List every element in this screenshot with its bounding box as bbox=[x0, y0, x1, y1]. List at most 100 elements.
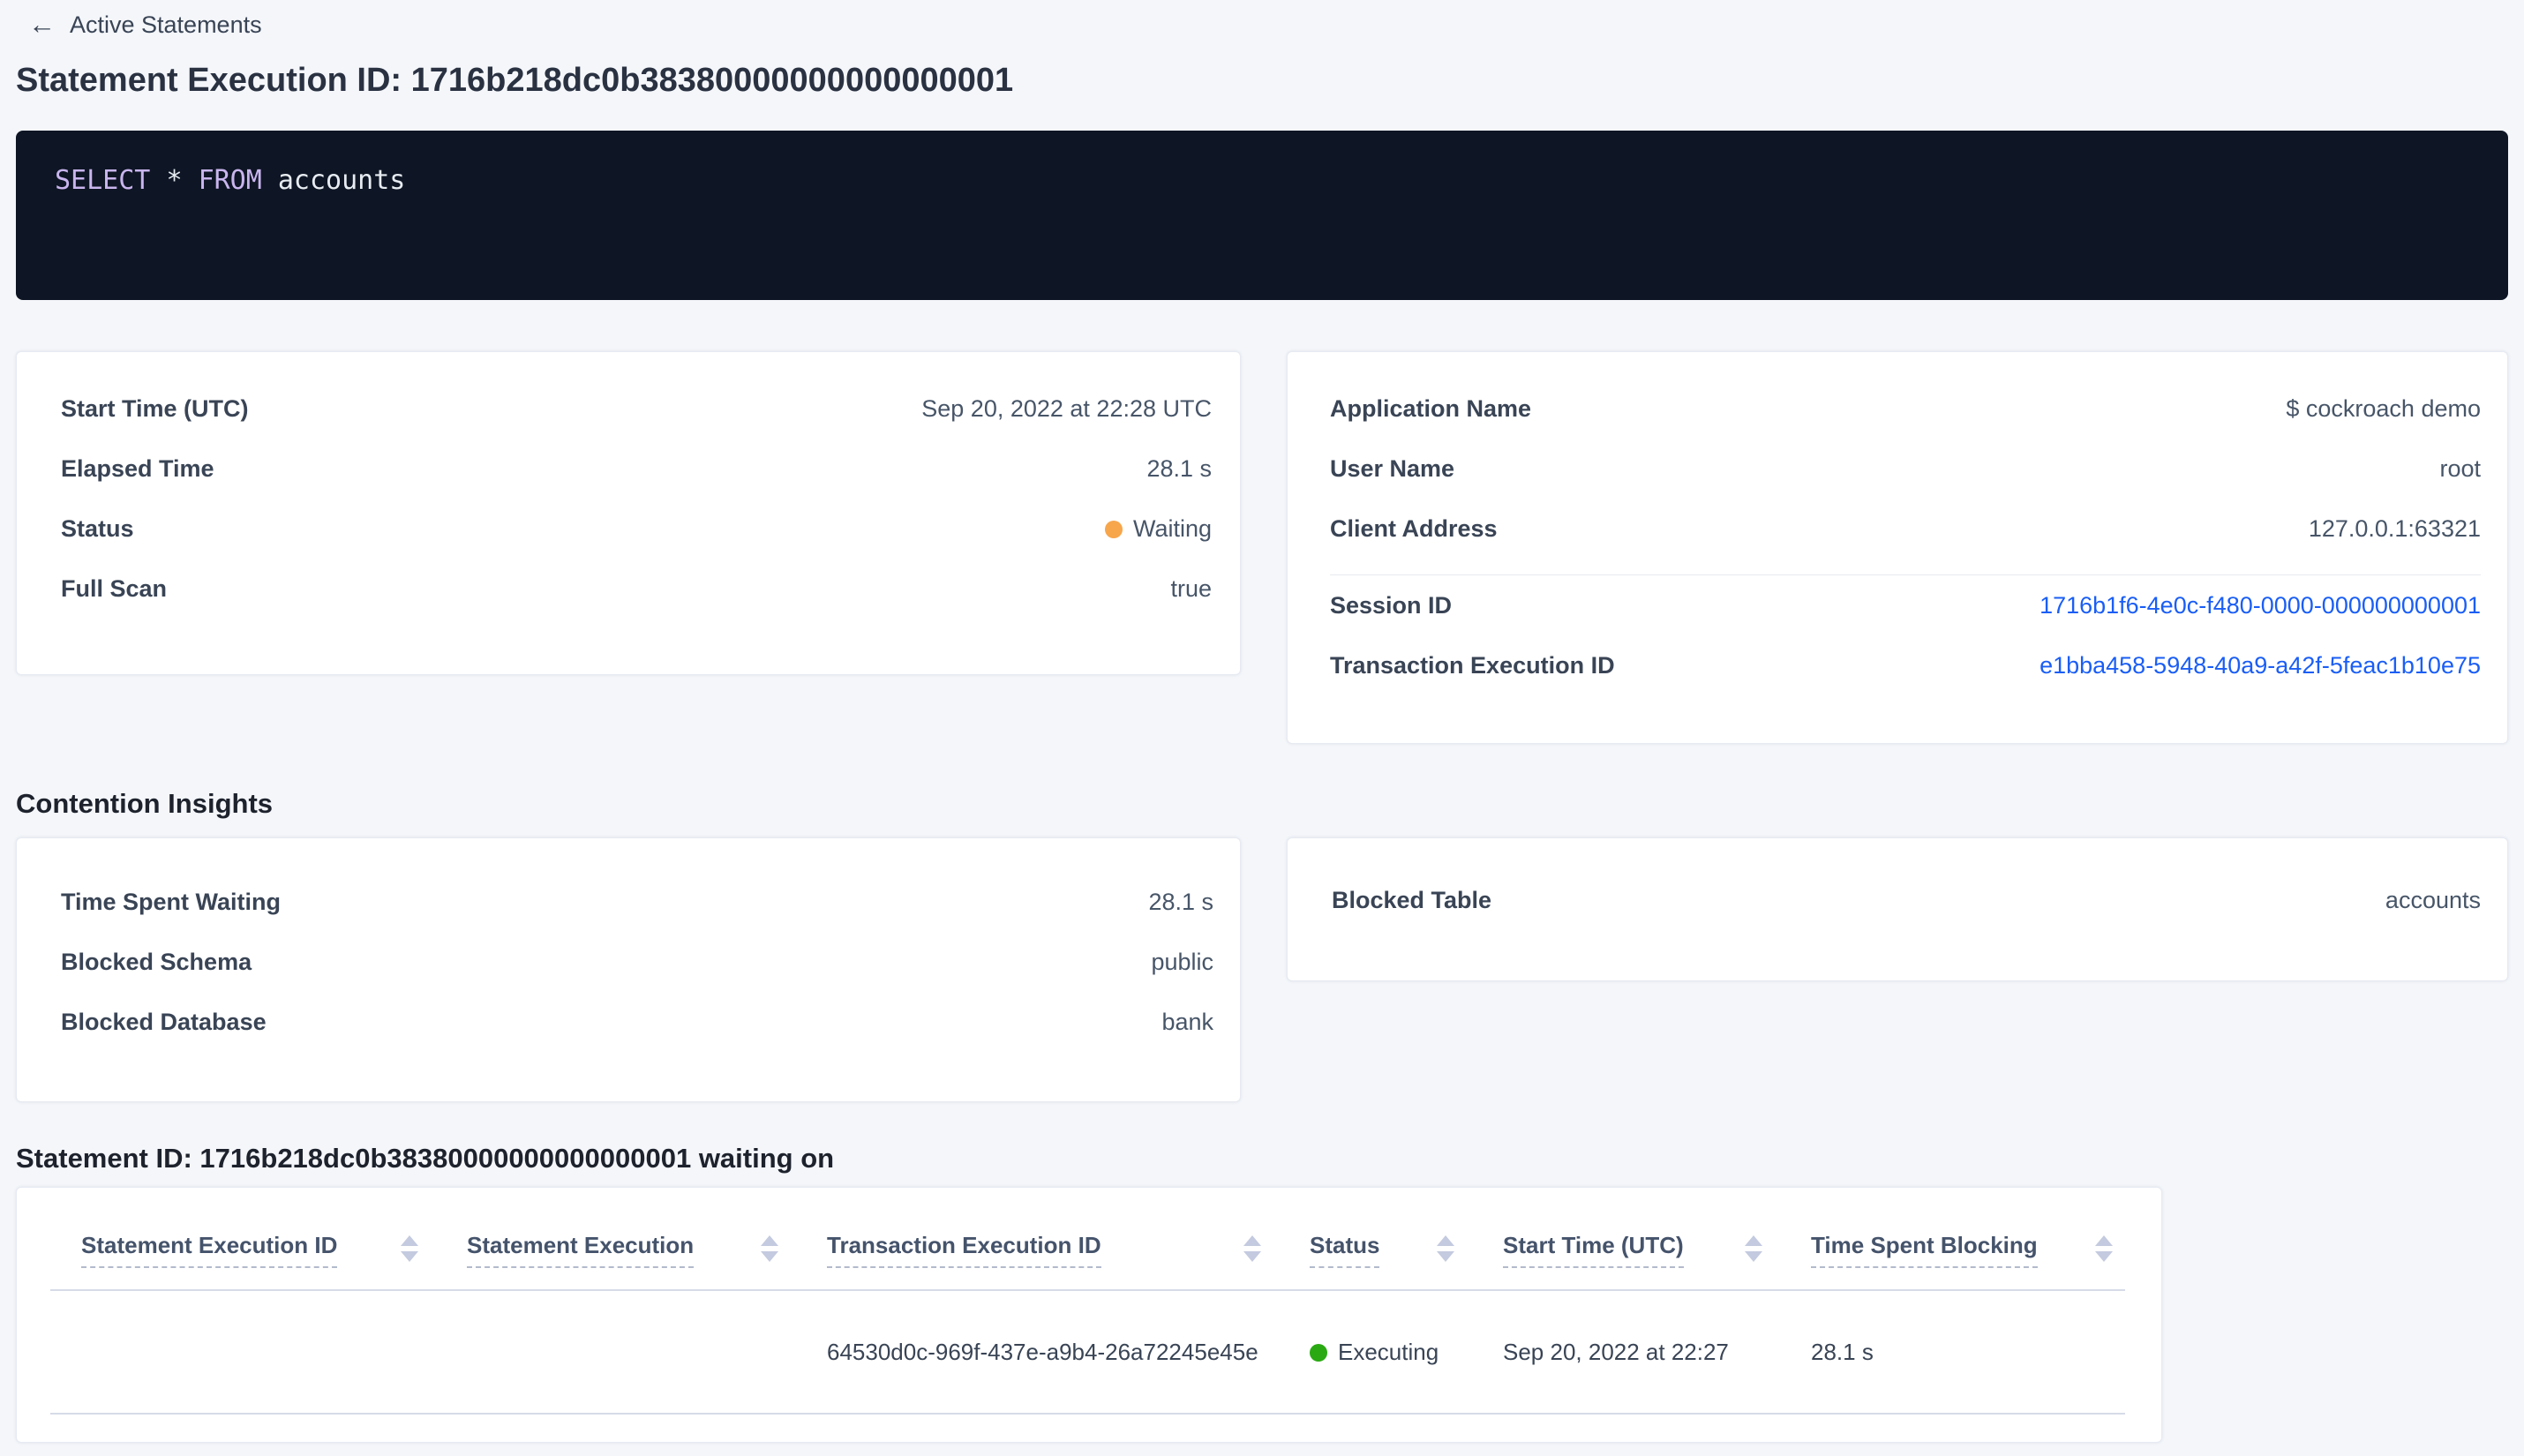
sort-asc-icon bbox=[1437, 1235, 1454, 1246]
sort-asc-icon bbox=[2095, 1235, 2113, 1246]
column-label: Time Spent Blocking bbox=[1811, 1232, 2038, 1268]
sort-desc-icon bbox=[1437, 1251, 1454, 1262]
column-header-status[interactable]: Status bbox=[1310, 1232, 1503, 1268]
waiting-status-dot-icon bbox=[1104, 520, 1123, 538]
session-details-card: Application Name $ cockroach demo User N… bbox=[1287, 351, 2508, 744]
column-header-time-spent-blocking[interactable]: Time Spent Blocking bbox=[1811, 1232, 2125, 1268]
table-row: 64530d0c-969f-437e-a9b4-26a72245e45e Exe… bbox=[50, 1291, 2125, 1413]
blocked-schema-label: Blocked Schema bbox=[61, 948, 252, 975]
session-id-link[interactable]: 1716b1f6-4e0c-f480-0000-000000000001 bbox=[2039, 592, 2481, 619]
page-title: Statement Execution ID: 1716b218dc0b3838… bbox=[16, 62, 1014, 99]
executing-status-dot-icon bbox=[1310, 1343, 1327, 1362]
blocked-table-card: Blocked Table accounts bbox=[1287, 837, 2508, 981]
transaction-execution-id-row: Transaction Execution ID e1bba458-5948-4… bbox=[1330, 635, 2481, 695]
column-label: Start Time (UTC) bbox=[1503, 1232, 1684, 1268]
full-scan-row: Full Scan true bbox=[61, 559, 1212, 619]
user-name-value: root bbox=[2439, 454, 2481, 482]
summary-cards-row: Start Time (UTC) Sep 20, 2022 at 22:28 U… bbox=[16, 351, 2508, 744]
application-name-label: Application Name bbox=[1330, 394, 1532, 422]
client-address-value: 127.0.0.1:63321 bbox=[2308, 514, 2481, 542]
sql-space3 bbox=[262, 165, 278, 196]
elapsed-time-row: Elapsed Time 28.1 s bbox=[61, 439, 1212, 499]
blocked-table-value: accounts bbox=[2385, 886, 2481, 913]
session-id-row: Session ID 1716b1f6-4e0c-f480-0000-00000… bbox=[1330, 575, 2481, 635]
waiting-on-heading: Statement ID: 1716b218dc0b38380000000000… bbox=[16, 1143, 835, 1174]
sql-statement-box: SELECT * FROM accounts bbox=[16, 131, 2508, 300]
application-name-value: $ cockroach demo bbox=[2286, 394, 2481, 422]
blocked-database-row: Blocked Database bank bbox=[61, 992, 1213, 1052]
sort-asc-icon bbox=[401, 1235, 418, 1246]
column-header-start-time[interactable]: Start Time (UTC) bbox=[1503, 1232, 1811, 1268]
cell-status-text: Executing bbox=[1338, 1338, 1439, 1365]
transaction-execution-id-link[interactable]: e1bba458-5948-40a9-a42f-5feac1b10e75 bbox=[2039, 652, 2481, 679]
time-spent-waiting-label: Time Spent Waiting bbox=[61, 888, 282, 915]
page: ← Active Statements Statement Execution … bbox=[0, 0, 2524, 1443]
blocked-schema-value: public bbox=[1151, 948, 1213, 975]
transaction-execution-id-label: Transaction Execution ID bbox=[1330, 651, 1615, 679]
elapsed-time-label: Elapsed Time bbox=[61, 454, 214, 482]
full-scan-value: true bbox=[1170, 574, 1212, 602]
back-arrow-icon: ← bbox=[28, 9, 56, 40]
sql-keyword-select: SELECT bbox=[55, 165, 151, 196]
application-name-row: Application Name $ cockroach demo bbox=[1330, 379, 2481, 439]
sort-asc-icon bbox=[1745, 1235, 1762, 1246]
time-spent-waiting-value: 28.1 s bbox=[1148, 888, 1213, 915]
sort-desc-icon bbox=[1243, 1251, 1261, 1262]
sort-desc-icon bbox=[2095, 1251, 2113, 1262]
cell-status: Executing bbox=[1310, 1339, 1503, 1366]
user-name-row: User Name root bbox=[1330, 439, 2481, 499]
waiting-on-table-card: Statement Execution ID Statement Executi… bbox=[16, 1187, 2162, 1443]
blocked-database-label: Blocked Database bbox=[61, 1008, 267, 1035]
cell-time-spent-blocking: 28.1 s bbox=[1811, 1338, 1874, 1365]
column-header-transaction-execution-id[interactable]: Transaction Execution ID bbox=[827, 1232, 1310, 1268]
column-label: Statement Execution bbox=[467, 1232, 695, 1268]
sort-arrows-icon[interactable] bbox=[1745, 1235, 1762, 1262]
execution-details-card: Start Time (UTC) Sep 20, 2022 at 22:28 U… bbox=[16, 351, 1241, 675]
blocked-schema-row: Blocked Schema public bbox=[61, 932, 1213, 992]
sort-asc-icon bbox=[1243, 1235, 1261, 1246]
column-label: Status bbox=[1310, 1232, 1380, 1268]
blocked-table-row: Blocked Table accounts bbox=[1332, 870, 2481, 930]
sort-arrows-icon[interactable] bbox=[1243, 1235, 1261, 1262]
session-id-label: Session ID bbox=[1330, 591, 1453, 619]
cell-start-time: Sep 20, 2022 at 22:27 bbox=[1503, 1338, 1729, 1365]
blocked-table-label: Blocked Table bbox=[1332, 886, 1492, 913]
start-time-label: Start Time (UTC) bbox=[61, 394, 249, 422]
full-scan-label: Full Scan bbox=[61, 574, 168, 602]
sort-desc-icon bbox=[1745, 1251, 1762, 1262]
elapsed-time-value: 28.1 s bbox=[1146, 454, 1212, 482]
sort-desc-icon bbox=[761, 1251, 778, 1262]
client-address-row: Client Address 127.0.0.1:63321 bbox=[1330, 499, 2481, 559]
sort-asc-icon bbox=[761, 1235, 778, 1246]
sql-keyword-from: FROM bbox=[198, 165, 262, 196]
back-link-label: Active Statements bbox=[70, 11, 262, 38]
sql-table-name: accounts bbox=[277, 165, 406, 196]
status-value: Waiting bbox=[1104, 514, 1212, 543]
sql-star: * bbox=[166, 165, 183, 196]
cell-transaction-execution-id: 64530d0c-969f-437e-a9b4-26a72245e45e bbox=[827, 1338, 1258, 1365]
sql-space1 bbox=[150, 165, 166, 196]
sort-arrows-icon[interactable] bbox=[761, 1235, 778, 1262]
sort-desc-icon bbox=[401, 1251, 418, 1262]
sort-arrows-icon[interactable] bbox=[401, 1235, 418, 1262]
column-label: Statement Execution ID bbox=[81, 1232, 338, 1268]
waiting-on-table: Statement Execution ID Statement Executi… bbox=[50, 1188, 2125, 1415]
sort-arrows-icon[interactable] bbox=[1437, 1235, 1454, 1262]
status-text: Waiting bbox=[1132, 514, 1212, 542]
sql-space2 bbox=[183, 165, 199, 196]
column-label: Transaction Execution ID bbox=[827, 1232, 1101, 1268]
user-name-label: User Name bbox=[1330, 454, 1455, 482]
back-link[interactable]: ← Active Statements bbox=[16, 9, 2508, 41]
column-header-statement-execution-id[interactable]: Statement Execution ID bbox=[81, 1232, 467, 1268]
contention-cards-row: Time Spent Waiting 28.1 s Blocked Schema… bbox=[16, 837, 2508, 1102]
sort-arrows-icon[interactable] bbox=[2095, 1235, 2113, 1262]
status-row: Status Waiting bbox=[61, 499, 1212, 559]
start-time-row: Start Time (UTC) Sep 20, 2022 at 22:28 U… bbox=[61, 379, 1212, 439]
table-header-row: Statement Execution ID Statement Executi… bbox=[50, 1188, 2125, 1289]
column-header-statement-execution[interactable]: Statement Execution bbox=[467, 1232, 827, 1268]
start-time-value: Sep 20, 2022 at 22:28 UTC bbox=[921, 394, 1212, 422]
contention-details-card: Time Spent Waiting 28.1 s Blocked Schema… bbox=[16, 837, 1241, 1102]
client-address-label: Client Address bbox=[1330, 514, 1498, 542]
blocked-database-value: bank bbox=[1161, 1008, 1213, 1035]
contention-insights-heading: Contention Insights bbox=[16, 788, 274, 819]
